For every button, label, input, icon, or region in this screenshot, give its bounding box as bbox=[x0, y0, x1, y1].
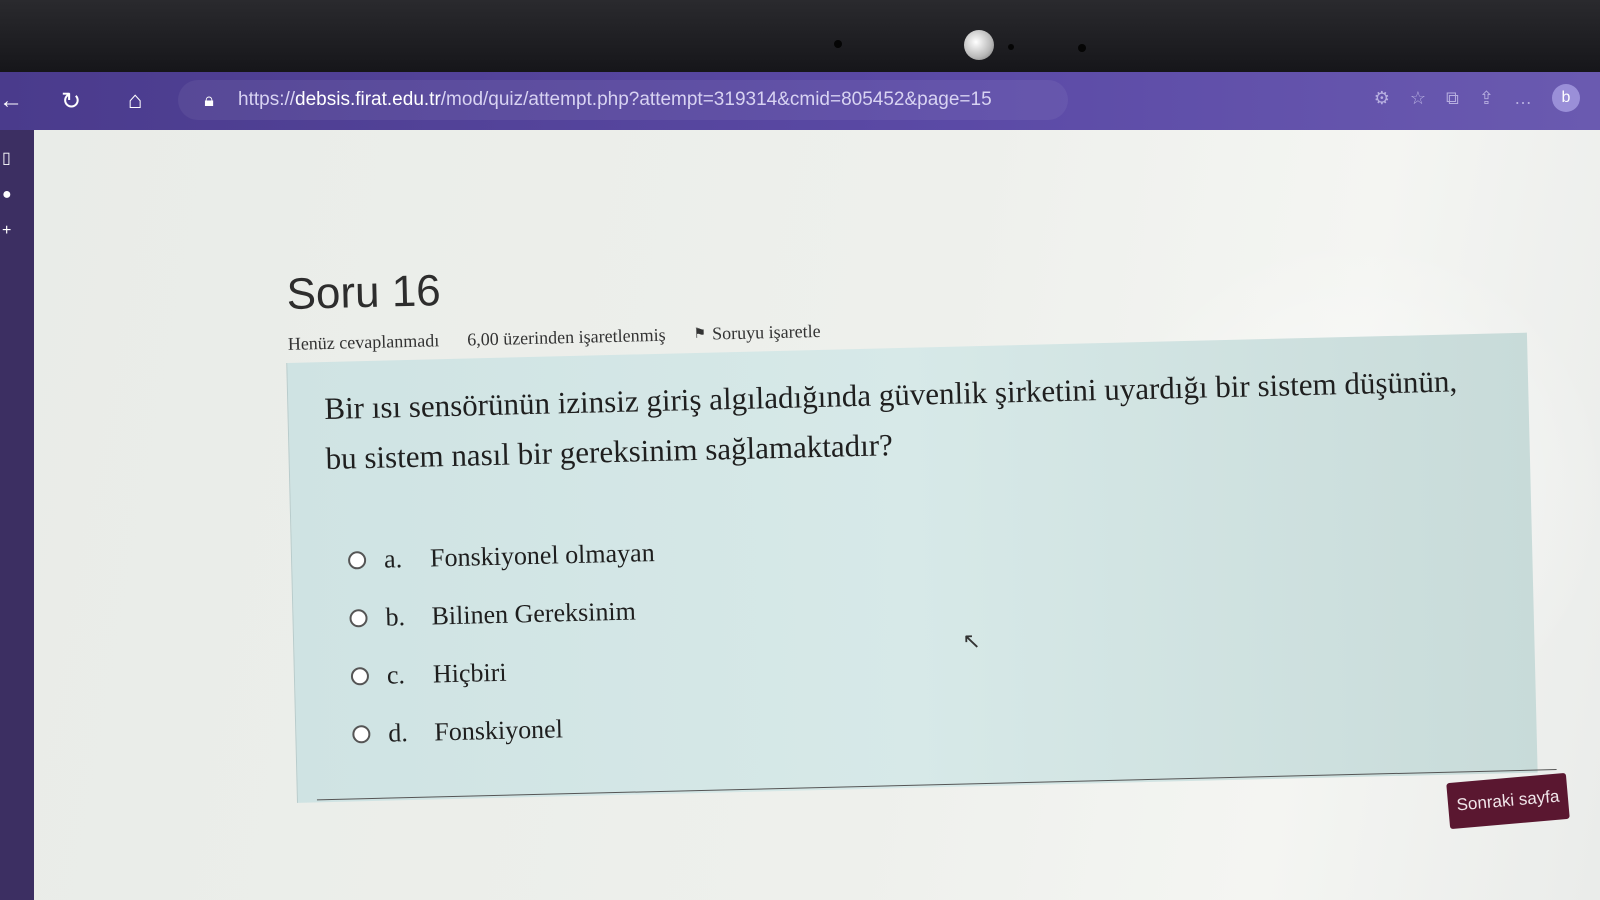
reload-icon[interactable]: ↻ bbox=[54, 84, 88, 118]
more-options-icon[interactable]: … bbox=[1514, 88, 1532, 109]
radio-button[interactable] bbox=[347, 551, 367, 570]
answer-option-b[interactable]: b. Bilinen Gereksinim bbox=[349, 582, 657, 647]
answer-label: Fonskiyonel olmayan bbox=[429, 538, 655, 573]
answer-letter: b. bbox=[385, 602, 406, 632]
answer-letter: c. bbox=[386, 660, 406, 690]
answer-list: a. Fonskiyonel olmayan b. Bilinen Gereks… bbox=[347, 524, 659, 763]
answer-label: Bilinen Gereksinim bbox=[431, 596, 637, 631]
back-icon[interactable]: ← bbox=[0, 84, 28, 118]
sidebar-app-icon[interactable]: ● bbox=[2, 186, 34, 204]
sensor-dot bbox=[834, 40, 842, 48]
flag-icon: ⚑ bbox=[693, 326, 707, 343]
home-icon[interactable]: ⌂ bbox=[118, 84, 152, 118]
quiz-page: Soru 16 Henüz cevaplanmadı 6,00 üzerinde… bbox=[34, 130, 1600, 900]
sensor-dot bbox=[1078, 44, 1086, 52]
radio-button[interactable] bbox=[352, 725, 371, 744]
url-text[interactable]: https://debsis.firat.edu.tr/mod/quiz/att… bbox=[238, 89, 992, 111]
mouse-pointer-icon: ↖ bbox=[961, 628, 982, 654]
favorite-star-icon[interactable]: ☆ bbox=[1410, 88, 1426, 109]
radio-button[interactable] bbox=[350, 667, 370, 686]
question-text: Bir ısı sensörünün izinsiz giriş algılad… bbox=[324, 356, 1486, 484]
flag-label: Soruyu işaretle bbox=[711, 320, 821, 344]
answer-option-a[interactable]: a. Fonskiyonel olmayan bbox=[347, 524, 655, 589]
question-box: Bir ısı sensörünün izinsiz giriş algılad… bbox=[286, 332, 1538, 803]
toolbar-actions: ⚙ ☆ ⧉ ⇪ … b bbox=[1374, 84, 1580, 112]
answer-option-d[interactable]: d. Fonskiyonel bbox=[352, 698, 660, 763]
share-icon[interactable]: ⇪ bbox=[1479, 88, 1494, 109]
webcam-lens bbox=[964, 30, 994, 60]
bing-copilot-icon[interactable]: b bbox=[1552, 84, 1580, 112]
browser-toolbar: ← ↻ ⌂ 🔒︎ https://debsis.firat.edu.tr/mod… bbox=[0, 72, 1600, 130]
answer-label: Fonskiyonel bbox=[433, 714, 564, 747]
flag-question-link[interactable]: ⚑ Soruyu işaretle bbox=[693, 321, 821, 345]
question-container: Soru 16 Henüz cevaplanmadı 6,00 üzerinde… bbox=[284, 238, 1597, 803]
answer-letter: d. bbox=[387, 718, 409, 748]
collections-icon[interactable]: ⧉ bbox=[1446, 88, 1459, 109]
next-page-button[interactable]: Sonraki sayfa bbox=[1446, 772, 1570, 830]
lock-icon[interactable]: 🔒︎ bbox=[192, 83, 226, 117]
laptop-bezel bbox=[0, 0, 1600, 72]
browser-sidebar: ▯ ● + bbox=[0, 130, 34, 900]
answer-option-c[interactable]: c. Hiçbiri bbox=[350, 640, 658, 705]
sidebar-tab-icon[interactable]: ▯ bbox=[2, 148, 34, 168]
sensor-dot bbox=[1008, 44, 1014, 50]
extension-icon[interactable]: ⚙ bbox=[1374, 88, 1390, 109]
radio-button[interactable] bbox=[349, 609, 368, 628]
answer-letter: a. bbox=[383, 544, 403, 574]
answer-label: Hiçbiri bbox=[432, 657, 507, 689]
question-status: Henüz cevaplanmadı bbox=[287, 330, 440, 354]
sidebar-add-icon[interactable]: + bbox=[2, 222, 34, 240]
question-grade: 6,00 üzerinden işaretlenmiş bbox=[466, 324, 666, 350]
address-bar[interactable]: 🔒︎ https://debsis.firat.edu.tr/mod/quiz/… bbox=[178, 80, 1068, 120]
